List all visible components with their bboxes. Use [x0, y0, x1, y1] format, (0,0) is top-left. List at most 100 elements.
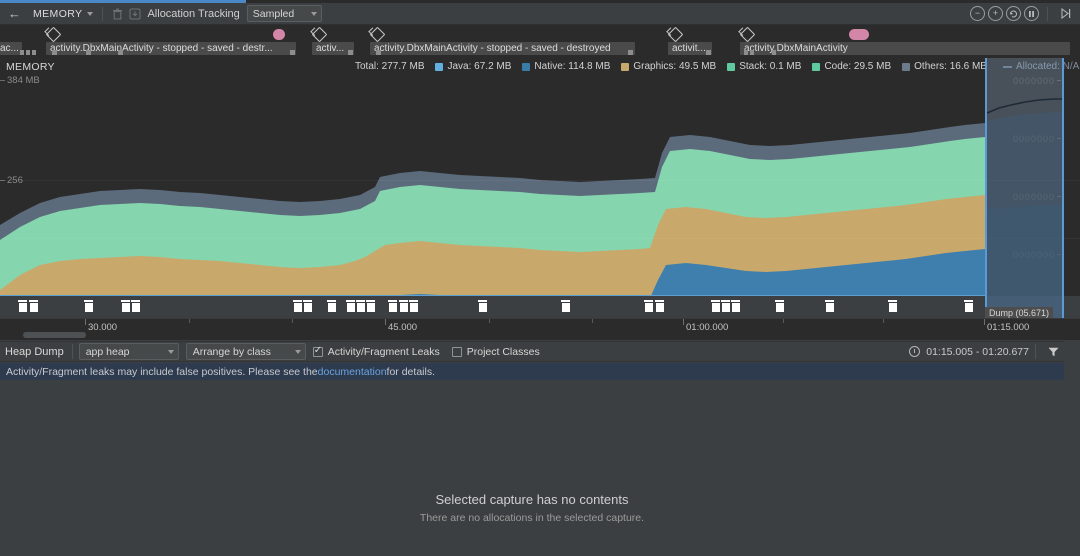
- gc-marker-icon[interactable]: [303, 300, 312, 312]
- timeline-scrollbar[interactable]: [0, 330, 1080, 340]
- legend-java-label: Java: 67.2 MB: [447, 61, 512, 72]
- gc-marker-icon[interactable]: [388, 300, 397, 312]
- gc-marker-icon[interactable]: [346, 300, 355, 312]
- gc-marker-icon[interactable]: [84, 300, 93, 312]
- activity-label: activity.DbxMainActivity - stopped - sav…: [374, 43, 611, 54]
- heap-select-value: app heap: [85, 345, 130, 358]
- arrange-select[interactable]: Arrange by class: [185, 343, 306, 360]
- legend-total-label: Total: 277.7 MB: [355, 61, 425, 72]
- gc-marker-icon[interactable]: [721, 300, 730, 312]
- chart-legend: Total: 277.7 MB Java: 67.2 MB Native: 11…: [355, 58, 1080, 75]
- heap-toolbar-right: 01:15.005 - 01:20.677: [909, 344, 1064, 359]
- memory-chart[interactable]: MEMORY Total: 277.7 MB Java: 67.2 MB Nat…: [0, 58, 1080, 296]
- toolbar-divider: [1035, 344, 1036, 359]
- leaks-checkbox[interactable]: Activity/Fragment Leaks: [312, 345, 440, 358]
- checkbox-box[interactable]: [451, 346, 462, 357]
- toolbar-divider: [1047, 6, 1048, 21]
- legend-native: Native: 114.8 MB: [522, 61, 610, 72]
- gc-marker-icon[interactable]: [561, 300, 570, 312]
- activity-diamond-icon: [45, 26, 62, 43]
- legend-stack-label: Stack: 0.1 MB: [739, 61, 802, 72]
- activity-event[interactable]: activity.DbxMainActivity - stopped - sav…: [370, 42, 635, 55]
- profiler-type-selector[interactable]: MEMORY: [27, 5, 97, 23]
- gc-marker-icon[interactable]: [964, 300, 973, 312]
- memory-profiler-window: ← MEMORY Allocation Tracking Sampled − +: [0, 0, 1080, 556]
- gc-event-band: [0, 296, 1080, 318]
- activity-event[interactable]: ac...: [0, 42, 22, 55]
- gc-marker-icon[interactable]: [18, 300, 27, 312]
- scrollbar-thumb[interactable]: [23, 332, 86, 338]
- legend-stack: Stack: 0.1 MB: [727, 61, 801, 72]
- pause-icon[interactable]: [1024, 6, 1039, 21]
- gc-marker-icon[interactable]: [825, 300, 834, 312]
- documentation-link[interactable]: documentation: [318, 366, 387, 378]
- zoom-out-icon[interactable]: −: [970, 6, 985, 21]
- fragment-bar: [26, 50, 30, 55]
- project-classes-checkbox[interactable]: Project Classes: [451, 345, 540, 358]
- zoom-in-icon[interactable]: +: [988, 6, 1003, 21]
- gc-marker-icon[interactable]: [478, 300, 487, 312]
- gc-marker-icon[interactable]: [775, 300, 784, 312]
- time-tick-minor: [189, 319, 190, 323]
- save-icon[interactable]: [126, 5, 144, 23]
- activity-event[interactable]: activity.DbxMainActivity: [740, 42, 1070, 55]
- gc-marker-icon[interactable]: [731, 300, 740, 312]
- gc-marker-icon[interactable]: [293, 300, 302, 312]
- gc-marker-icon[interactable]: [366, 300, 375, 312]
- allocation-tracking-select[interactable]: Sampled: [246, 5, 322, 22]
- back-arrow-icon[interactable]: ←: [4, 6, 27, 21]
- gc-marker-icon[interactable]: [121, 300, 130, 312]
- right-gutter: [1064, 340, 1080, 556]
- selection-range-overlay[interactable]: 0000000 0000000 0000000 0000000: [985, 58, 1064, 328]
- empty-state-title: Selected capture has no contents: [435, 492, 629, 507]
- fragment-bar: [772, 50, 776, 55]
- legend-swatch-java: [435, 62, 444, 71]
- fragment-bar: [706, 50, 711, 55]
- gc-marker-icon[interactable]: [327, 300, 336, 312]
- empty-state-subtitle: There are no allocations in the selected…: [419, 512, 645, 524]
- activity-label: ac...: [0, 43, 19, 54]
- grid-line: [0, 238, 1080, 239]
- legend-code-label: Code: 29.5 MB: [824, 61, 892, 72]
- touch-event-marker: [273, 29, 285, 40]
- gc-marker-icon[interactable]: [888, 300, 897, 312]
- gc-marker-icon[interactable]: [644, 300, 653, 312]
- heap-dump-title: Heap Dump: [5, 345, 64, 358]
- fragment-bar: [52, 50, 57, 55]
- gc-marker-icon[interactable]: [711, 300, 720, 312]
- project-classes-label: Project Classes: [466, 345, 540, 358]
- fragment-bar: [750, 50, 754, 55]
- trash-icon[interactable]: [108, 5, 126, 23]
- event-timeline-track[interactable]: ac... activity.DbxMainActivity - stopped…: [0, 25, 1080, 58]
- fragment-bar: [32, 50, 36, 55]
- capture-contents-pane: Selected capture has no contents There a…: [0, 380, 1064, 556]
- jump-to-end-icon[interactable]: [1056, 8, 1072, 19]
- heap-select[interactable]: app heap: [78, 343, 179, 360]
- profiler-type-label: MEMORY: [33, 7, 83, 20]
- legend-code: Code: 29.5 MB: [812, 61, 891, 72]
- chevron-down-icon: [167, 349, 174, 354]
- activity-event[interactable]: activity.DbxMainActivity - stopped - sav…: [46, 42, 296, 55]
- gc-marker-icon[interactable]: [131, 300, 140, 312]
- gc-marker-icon[interactable]: [409, 300, 418, 312]
- toolbar-divider: [102, 6, 104, 21]
- gc-marker-icon[interactable]: [356, 300, 365, 312]
- activity-label: activity.DbxMainActivity - stopped - sav…: [50, 43, 273, 54]
- legend-swatch-code: [812, 62, 821, 71]
- time-range-label: 01:15.005 - 01:20.677: [926, 345, 1029, 358]
- activity-diamond-icon: [311, 26, 328, 43]
- gc-marker-icon[interactable]: [655, 300, 664, 312]
- banner-text-after: for details.: [386, 365, 435, 378]
- checkbox-box[interactable]: [312, 345, 323, 357]
- chevron-down-icon: [294, 349, 301, 354]
- gc-marker-icon[interactable]: [399, 300, 408, 312]
- filter-icon[interactable]: [1048, 347, 1059, 357]
- legend-swatch-stack: [727, 62, 736, 71]
- heap-dump-toolbar: Heap Dump app heap Arrange by class Acti…: [0, 341, 1064, 362]
- fragment-bar: [290, 50, 295, 55]
- activity-diamond-icon: [369, 26, 386, 43]
- time-tick-minor: [292, 319, 293, 323]
- fragment-bar: [628, 50, 633, 55]
- reset-zoom-icon[interactable]: [1006, 6, 1021, 21]
- gc-marker-icon[interactable]: [29, 300, 38, 312]
